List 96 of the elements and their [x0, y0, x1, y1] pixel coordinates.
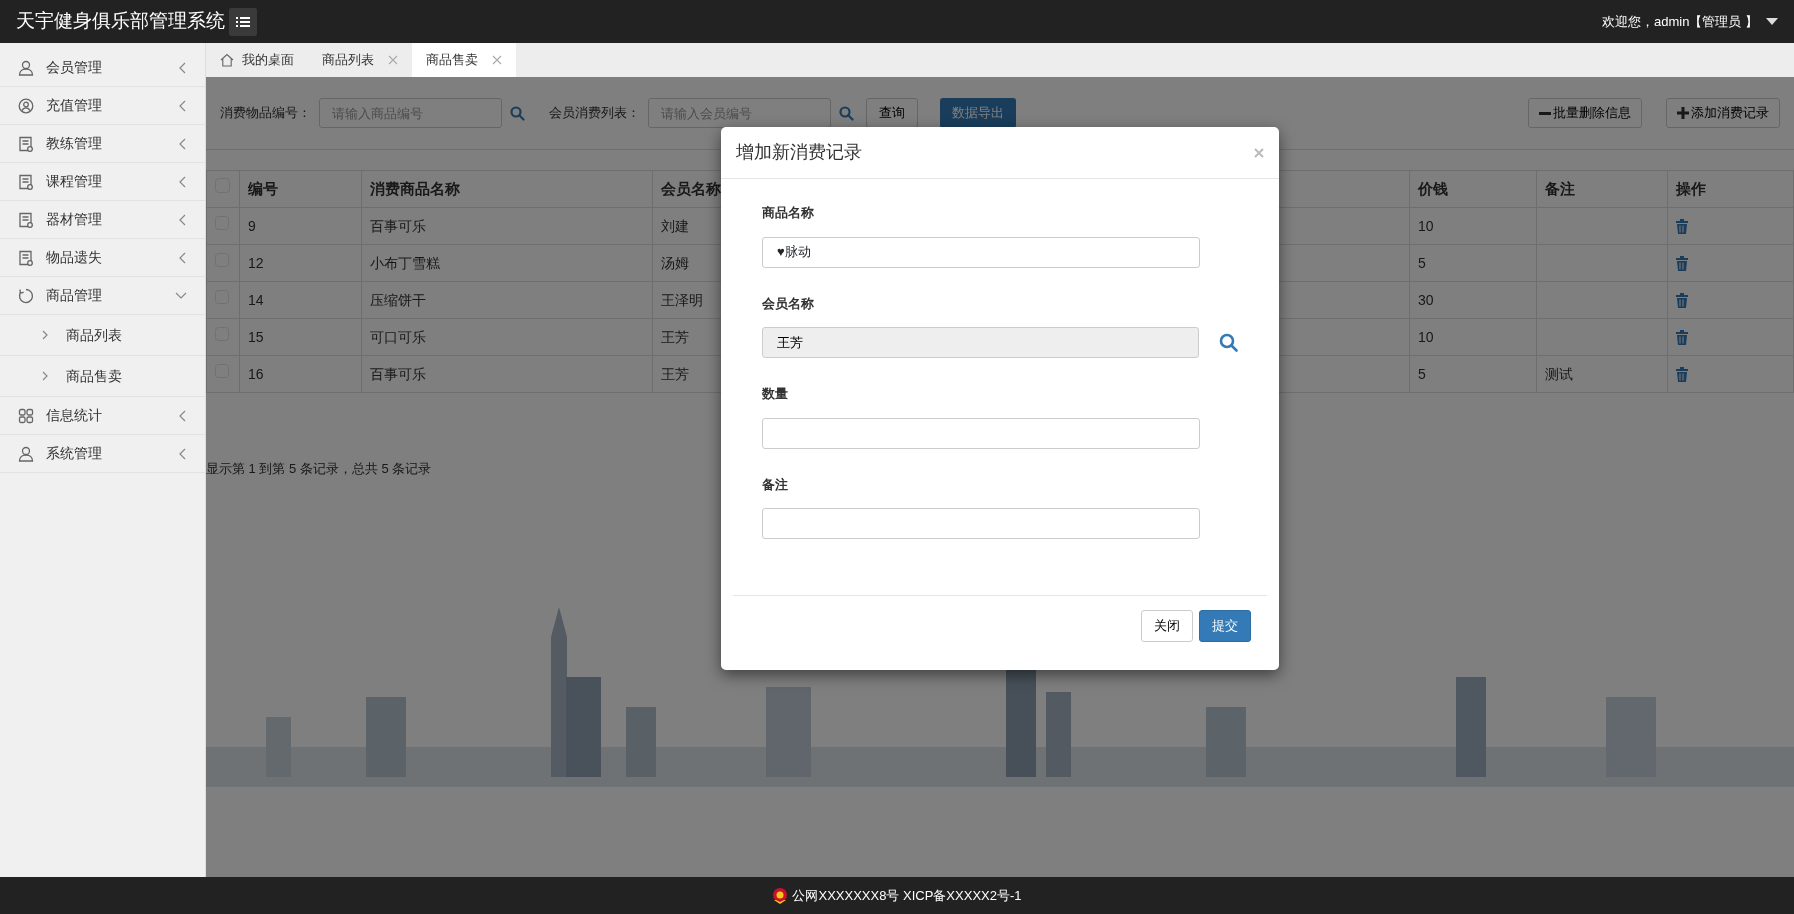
field-label: 会员名称 [762, 294, 815, 313]
table-cell: 可口可乐 [370, 328, 426, 345]
chevron-down-icon [175, 291, 187, 300]
pagination-info: 显示第 1 到第 5 条记录，总共 5 条记录 [206, 460, 432, 478]
sidebar-item[interactable]: 充值管理 [0, 87, 205, 125]
column-header: 编号 [239, 170, 362, 208]
table-cell: 刘建 [661, 217, 689, 234]
chevron-left-icon [179, 61, 187, 74]
input-field[interactable] [762, 508, 1200, 539]
search-icon[interactable] [510, 105, 525, 121]
sidebar-subitem[interactable]: 商品售卖 [0, 356, 205, 397]
table-cell: 9 [248, 217, 256, 234]
input-field[interactable]: 王芳 [762, 327, 1199, 358]
column-header: 备注 [1536, 170, 1668, 208]
table-cell: 15 [248, 328, 264, 345]
query-button[interactable]: 查询 [866, 98, 918, 128]
search-icon[interactable] [839, 105, 854, 121]
chevron-left-icon [179, 409, 187, 422]
tab[interactable]: 商品列表 [308, 43, 412, 77]
app-title: 天宇健身俱乐部管理系统 [16, 9, 225, 34]
close-icon[interactable] [492, 55, 502, 65]
sidebar-item[interactable]: 系统管理 [0, 435, 205, 473]
document-icon [18, 135, 34, 152]
field-label: 备注 [762, 475, 789, 494]
trash-icon[interactable] [1676, 293, 1688, 309]
table-cell: 测试 [1545, 365, 1573, 382]
add-record-button[interactable]: 添加消费记录 [1666, 98, 1780, 128]
table-cell: 30 [1418, 291, 1434, 308]
user-icon [18, 445, 34, 462]
sidebar-item[interactable]: 教练管理 [0, 125, 205, 163]
sidebar-item[interactable]: 器材管理 [0, 201, 205, 239]
field-label: 消费物品编号： [220, 104, 311, 123]
trash-icon[interactable] [1676, 330, 1688, 346]
plus-icon [1677, 107, 1689, 119]
column-header: 价钱 [1409, 170, 1537, 208]
column-header: 操作 [1667, 170, 1794, 208]
home-icon [220, 53, 234, 67]
modal-title: 增加新消费记录 [736, 141, 862, 164]
grid-icon [18, 407, 34, 424]
table-cell: 14 [248, 291, 264, 308]
user-circle-icon [18, 97, 34, 114]
close-icon[interactable] [388, 55, 398, 65]
chevron-left-icon [179, 99, 187, 112]
table-cell: 10 [1418, 328, 1434, 345]
search-icon[interactable] [1219, 333, 1238, 352]
chevron-right-icon [42, 330, 48, 340]
column-header: 消费商品名称 [361, 170, 653, 208]
table-cell: 5 [1418, 254, 1426, 271]
footer-text: 公网XXXXXXX8号 XICP备XXXXX2号-1 [792, 886, 1022, 905]
document-icon [18, 211, 34, 228]
sidebar-item[interactable]: 课程管理 [0, 163, 205, 201]
table-cell: 10 [1418, 217, 1434, 234]
sidebar-item[interactable]: 物品遗失 [0, 239, 205, 277]
table-cell: 百事可乐 [370, 217, 426, 234]
chevron-left-icon [179, 137, 187, 150]
table-cell: 小布丁雪糕 [370, 254, 440, 271]
table-cell: 16 [248, 365, 264, 382]
close-button[interactable]: 关闭 [1141, 610, 1193, 642]
input-field[interactable] [762, 417, 1200, 449]
user-menu[interactable]: 欢迎您，admin【管理员 】 [1601, 11, 1758, 32]
table-cell: 12 [248, 254, 264, 271]
chevron-right-icon [42, 371, 48, 381]
sidebar-item[interactable]: 会员管理 [0, 49, 205, 87]
tab[interactable]: 我的桌面 [206, 43, 308, 77]
table-cell: 王芳 [661, 328, 689, 345]
field-label: 会员消费列表： [549, 104, 640, 123]
field-label: 数量 [762, 385, 789, 403]
table-cell: 王芳 [661, 365, 689, 382]
cycle-icon [18, 287, 34, 304]
user-icon [18, 59, 34, 76]
menu-button[interactable] [229, 7, 257, 36]
table-cell: 百事可乐 [370, 365, 426, 382]
menu-icon [236, 15, 250, 28]
tab[interactable]: 商品售卖 [412, 43, 516, 77]
table-cell: 5 [1418, 365, 1426, 382]
trash-icon[interactable] [1676, 256, 1688, 272]
product-select[interactable]: ♥脉动 [762, 236, 1200, 268]
chevron-left-icon [179, 447, 187, 460]
sidebar-subitem[interactable]: 商品列表 [0, 315, 205, 356]
emblem-icon [772, 887, 789, 904]
chevron-left-icon [179, 251, 187, 264]
table-cell: 汤姆 [661, 254, 689, 271]
submit-button[interactable]: 提交 [1199, 610, 1251, 642]
sidebar-item[interactable]: 信息统计 [0, 397, 205, 435]
sidebar-item[interactable]: 商品管理 [0, 277, 205, 315]
dropdown-caret-icon[interactable] [1766, 17, 1778, 26]
batch-delete-button[interactable]: 批量删除信息 [1528, 98, 1642, 128]
trash-icon[interactable] [1676, 367, 1688, 383]
document-icon [18, 249, 34, 266]
table-cell: 王泽明 [661, 291, 703, 308]
chevron-left-icon [179, 213, 187, 226]
document-icon [18, 173, 34, 190]
close-icon[interactable] [1254, 147, 1264, 158]
trash-icon[interactable] [1676, 219, 1688, 235]
chevron-left-icon [179, 175, 187, 188]
table-cell: 压缩饼干 [370, 291, 426, 308]
